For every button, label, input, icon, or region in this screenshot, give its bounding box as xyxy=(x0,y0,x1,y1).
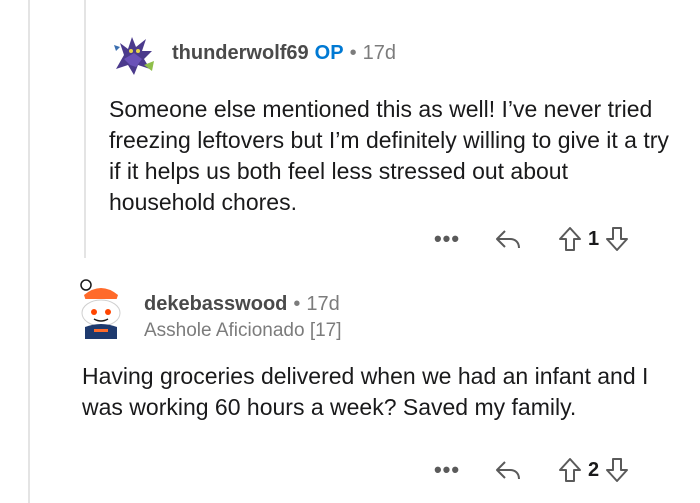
upvote-button[interactable] xyxy=(558,226,582,252)
downvote-icon xyxy=(606,458,629,482)
upvote-icon xyxy=(559,227,581,251)
wolf-avatar-icon xyxy=(106,25,162,81)
user-avatar[interactable] xyxy=(106,25,162,81)
comment-age: 17d xyxy=(362,42,396,64)
op-badge: OP xyxy=(314,42,344,64)
comment-meta: thunderwolf69 OP • 17d xyxy=(172,42,396,65)
vote-score: 1 xyxy=(588,227,600,250)
comment-thunderwolf69: thunderwolf69 OP • 17d Someone else mention… xyxy=(0,0,700,265)
comment-body: Someone else mentioned this as well! I’v… xyxy=(109,96,669,215)
reply-button[interactable] xyxy=(494,227,522,251)
username[interactable]: dekebasswood xyxy=(144,293,287,315)
user-flair: Asshole Aficionado [17] xyxy=(144,320,342,341)
user-avatar[interactable] xyxy=(72,277,130,341)
downvote-button[interactable] xyxy=(605,226,629,252)
snoo-avatar-icon xyxy=(80,279,121,339)
comment-actions: ••• 2 xyxy=(432,455,629,485)
upvote-button[interactable] xyxy=(558,457,582,483)
reply-button[interactable] xyxy=(494,458,522,482)
reply-icon xyxy=(496,461,520,480)
comment-dekebasswood: dekebasswood • 17d Asshole Aficionado [17]… xyxy=(0,265,700,503)
vote-score: 2 xyxy=(588,458,600,481)
comment-meta: dekebasswood • 17d xyxy=(144,293,340,316)
upvote-icon xyxy=(559,458,581,482)
username[interactable]: thunderwolf69 xyxy=(172,42,309,64)
comment-age: 17d xyxy=(306,293,340,315)
reply-icon xyxy=(496,230,520,249)
comment-body: Having groceries delivered when we had a… xyxy=(82,363,649,420)
meta-separator: • xyxy=(349,42,357,64)
meta-separator: • xyxy=(293,293,301,315)
downvote-button[interactable] xyxy=(605,457,629,483)
more-options-button[interactable]: ••• xyxy=(432,457,462,483)
downvote-icon xyxy=(606,227,629,251)
more-options-button[interactable]: ••• xyxy=(432,226,462,252)
comment-actions: ••• 1 xyxy=(432,224,629,254)
